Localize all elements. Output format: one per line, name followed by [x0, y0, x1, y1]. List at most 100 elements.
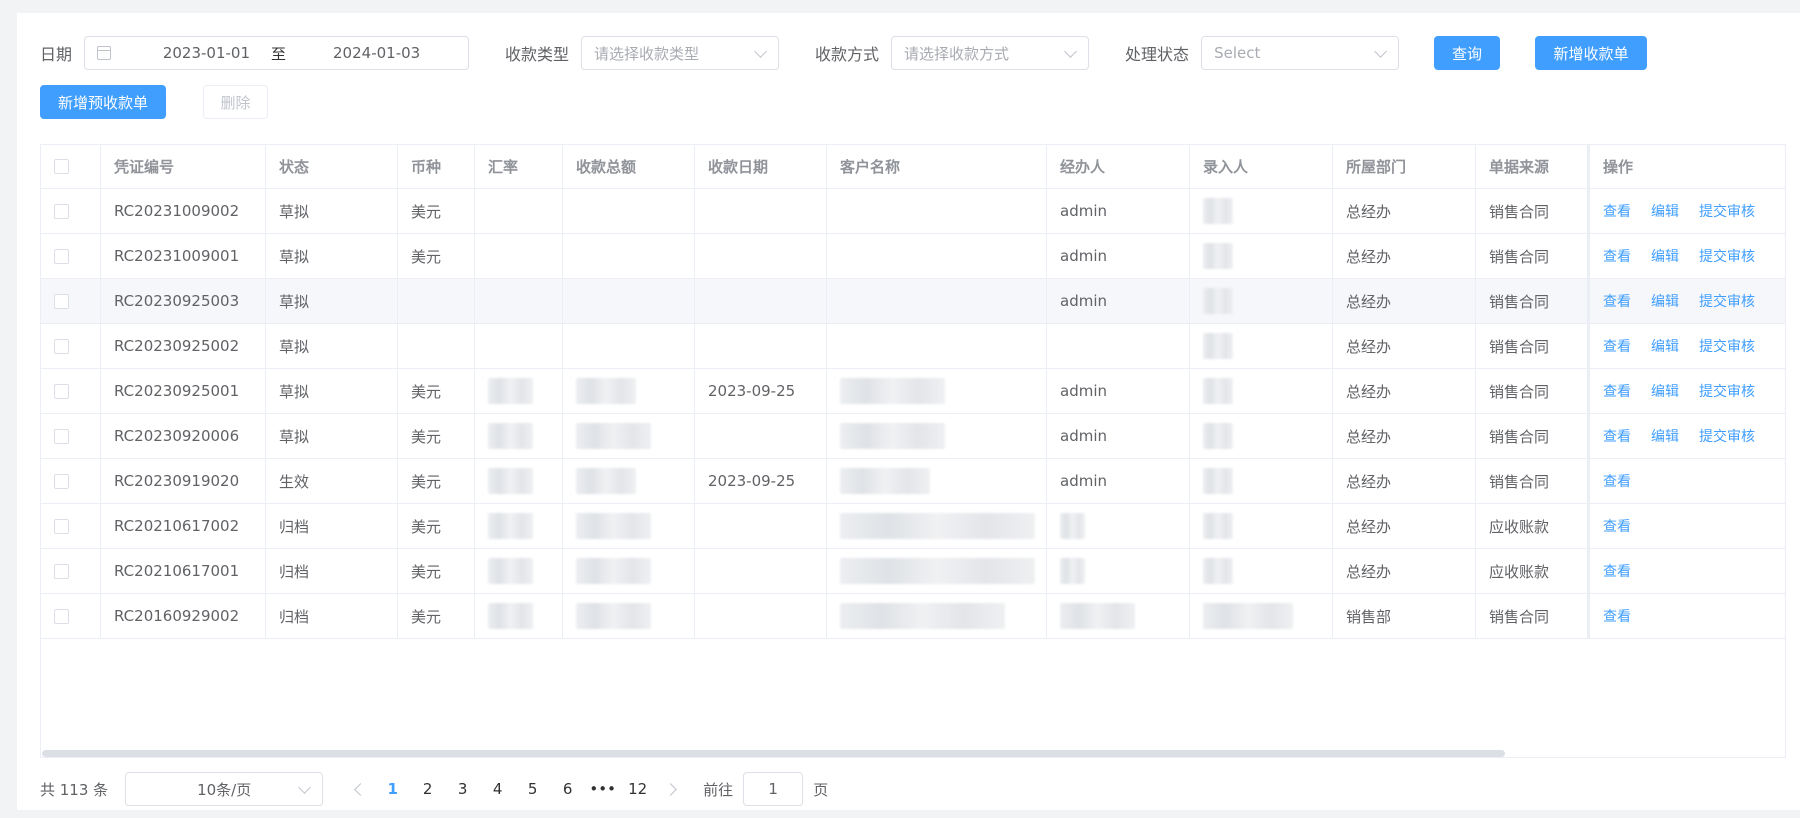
- customer-name-cell: [827, 324, 1047, 368]
- submit-review-link[interactable]: 提交审核: [1699, 381, 1755, 401]
- department-cell: 总经办: [1333, 414, 1476, 458]
- receipt-method-label: 收款方式: [815, 45, 880, 64]
- total-amount-cell: [563, 504, 695, 548]
- edit-link[interactable]: 编辑: [1651, 291, 1679, 311]
- goto-page-input[interactable]: 1: [743, 772, 804, 806]
- voucher-code-cell: RC20230925001: [101, 369, 266, 413]
- edit-link[interactable]: 编辑: [1651, 381, 1679, 401]
- receipt-date-cell: [695, 189, 827, 233]
- view-link[interactable]: 查看: [1603, 561, 1631, 581]
- goto-label: 前往: [703, 780, 734, 799]
- total-amount-cell: [563, 549, 695, 593]
- redacted-value: [1203, 513, 1233, 539]
- col-header: 操作: [1588, 145, 1785, 188]
- view-link[interactable]: 查看: [1603, 246, 1631, 266]
- select-all-checkbox[interactable]: [54, 159, 69, 174]
- horizontal-scrollbar[interactable]: [42, 750, 1505, 757]
- submit-review-link[interactable]: 提交审核: [1699, 336, 1755, 356]
- page-number[interactable]: 5: [515, 780, 550, 798]
- submit-review-link[interactable]: 提交审核: [1699, 246, 1755, 266]
- row-checkbox[interactable]: [54, 203, 69, 219]
- exchange-rate-cell: [475, 324, 563, 368]
- row-checkbox[interactable]: [54, 383, 69, 399]
- table-row[interactable]: RC20230925003 草拟 admin 总经办 销售合同 查看 编辑 提交审核: [41, 279, 1785, 324]
- more-pages-button[interactable]: •••: [585, 780, 620, 798]
- status-cell: 草拟: [266, 324, 398, 368]
- view-link[interactable]: 查看: [1603, 471, 1631, 491]
- date-range-picker[interactable]: 2023-01-01 至 2024-01-03: [84, 36, 470, 70]
- row-select-cell: [41, 594, 101, 638]
- col-header: 收款日期: [695, 145, 827, 188]
- table-row[interactable]: RC20230925001 草拟 美元 2023-09-25 admin 总经办 销售合同查…: [41, 369, 1785, 414]
- row-checkbox[interactable]: [54, 608, 69, 624]
- view-link[interactable]: 查看: [1603, 516, 1631, 536]
- table-row[interactable]: RC20231009002 草拟 美元 admin 总经办 销售合同 查看 编辑 提交审核: [41, 189, 1785, 234]
- prev-page-button[interactable]: [345, 782, 375, 796]
- edit-link[interactable]: 编辑: [1651, 336, 1679, 356]
- date-start-input[interactable]: 2023-01-01: [85, 44, 250, 62]
- view-link[interactable]: 查看: [1603, 381, 1631, 401]
- page-number[interactable]: 6: [550, 780, 585, 798]
- col-header: 所屋部门: [1333, 145, 1476, 188]
- view-link[interactable]: 查看: [1603, 426, 1631, 446]
- redacted-value: [576, 558, 651, 584]
- add-receipt-button[interactable]: 新增收款单: [1535, 36, 1648, 70]
- handler-name: admin: [1060, 382, 1107, 400]
- voucher-code-cell: RC20230925003: [101, 279, 266, 323]
- page-number[interactable]: 4: [480, 780, 515, 798]
- view-link[interactable]: 查看: [1603, 336, 1631, 356]
- edit-link[interactable]: 编辑: [1651, 201, 1679, 221]
- page-number[interactable]: 2: [410, 780, 445, 798]
- receipt-method-select[interactable]: 请选择收款方式: [891, 36, 1090, 70]
- handler-cell: admin: [1047, 189, 1190, 233]
- exchange-rate-cell: [475, 459, 563, 503]
- view-link[interactable]: 查看: [1603, 291, 1631, 311]
- view-link[interactable]: 查看: [1603, 606, 1631, 626]
- edit-link[interactable]: 编辑: [1651, 426, 1679, 446]
- edit-link[interactable]: 编辑: [1651, 246, 1679, 266]
- delete-button[interactable]: 删除: [203, 85, 268, 119]
- page-list: 1 2 3 4 5 6 ••• 12: [375, 780, 655, 798]
- entered-by-cell: [1190, 324, 1333, 368]
- next-page-button[interactable]: [655, 782, 685, 796]
- department-cell: 总经办: [1333, 189, 1476, 233]
- submit-review-link[interactable]: 提交审核: [1699, 291, 1755, 311]
- table-row[interactable]: RC20230919020 生效 美元 2023-09-25 admin 总经办 销售合同查…: [41, 459, 1785, 504]
- redacted-value: [840, 378, 945, 404]
- query-button[interactable]: 查询: [1434, 36, 1501, 70]
- row-checkbox[interactable]: [54, 338, 69, 354]
- col-header: 单据来源: [1476, 145, 1588, 188]
- row-checkbox[interactable]: [54, 563, 69, 579]
- row-checkbox[interactable]: [54, 518, 69, 534]
- table-row[interactable]: RC20160929002 归档 美元 销售部 销售合同 查看: [41, 594, 1785, 639]
- status-cell: 草拟: [266, 279, 398, 323]
- currency-cell: 美元: [398, 459, 475, 503]
- redacted-value: [1203, 468, 1233, 494]
- table-row[interactable]: RC20210617002 归档 美元 总经办 应收账款 查看: [41, 504, 1785, 549]
- table-row[interactable]: RC20231009001 草拟 美元 admin 总经办 销售合同 查看 编辑 提交审核: [41, 234, 1785, 279]
- submit-review-link[interactable]: 提交审核: [1699, 426, 1755, 446]
- source-cell: 销售合同: [1476, 414, 1588, 458]
- date-end-input[interactable]: 2024-01-03: [333, 44, 453, 62]
- row-checkbox[interactable]: [54, 293, 69, 309]
- status-select[interactable]: Select: [1201, 36, 1400, 70]
- receipt-date-cell: [695, 594, 827, 638]
- table-row[interactable]: RC20230920006 草拟 美元 admin 总经办 销售合同 查看 编辑 提交审核: [41, 414, 1785, 459]
- receipt-type-select[interactable]: 请选择收款类型: [581, 36, 780, 70]
- handler-cell: admin: [1047, 459, 1190, 503]
- add-prereceipt-button[interactable]: 新增预收款单: [40, 85, 166, 119]
- table-row[interactable]: RC20210617001 归档 美元 总经办 应收账款 查看: [41, 549, 1785, 594]
- page-number[interactable]: 1: [375, 780, 410, 798]
- page-number[interactable]: 12: [620, 780, 655, 798]
- page-size-select[interactable]: 10条/页: [125, 772, 324, 806]
- page-number[interactable]: 3: [445, 780, 480, 798]
- row-checkbox[interactable]: [54, 473, 69, 489]
- handler-cell: admin: [1047, 234, 1190, 278]
- row-checkbox[interactable]: [54, 428, 69, 444]
- currency-cell: 美元: [398, 369, 475, 413]
- handler-cell: [1047, 549, 1190, 593]
- view-link[interactable]: 查看: [1603, 201, 1631, 221]
- table-row[interactable]: RC20230925002 草拟 总经办 销售合同 查看 编辑 提交审核: [41, 324, 1785, 369]
- row-checkbox[interactable]: [54, 248, 69, 264]
- submit-review-link[interactable]: 提交审核: [1699, 201, 1755, 221]
